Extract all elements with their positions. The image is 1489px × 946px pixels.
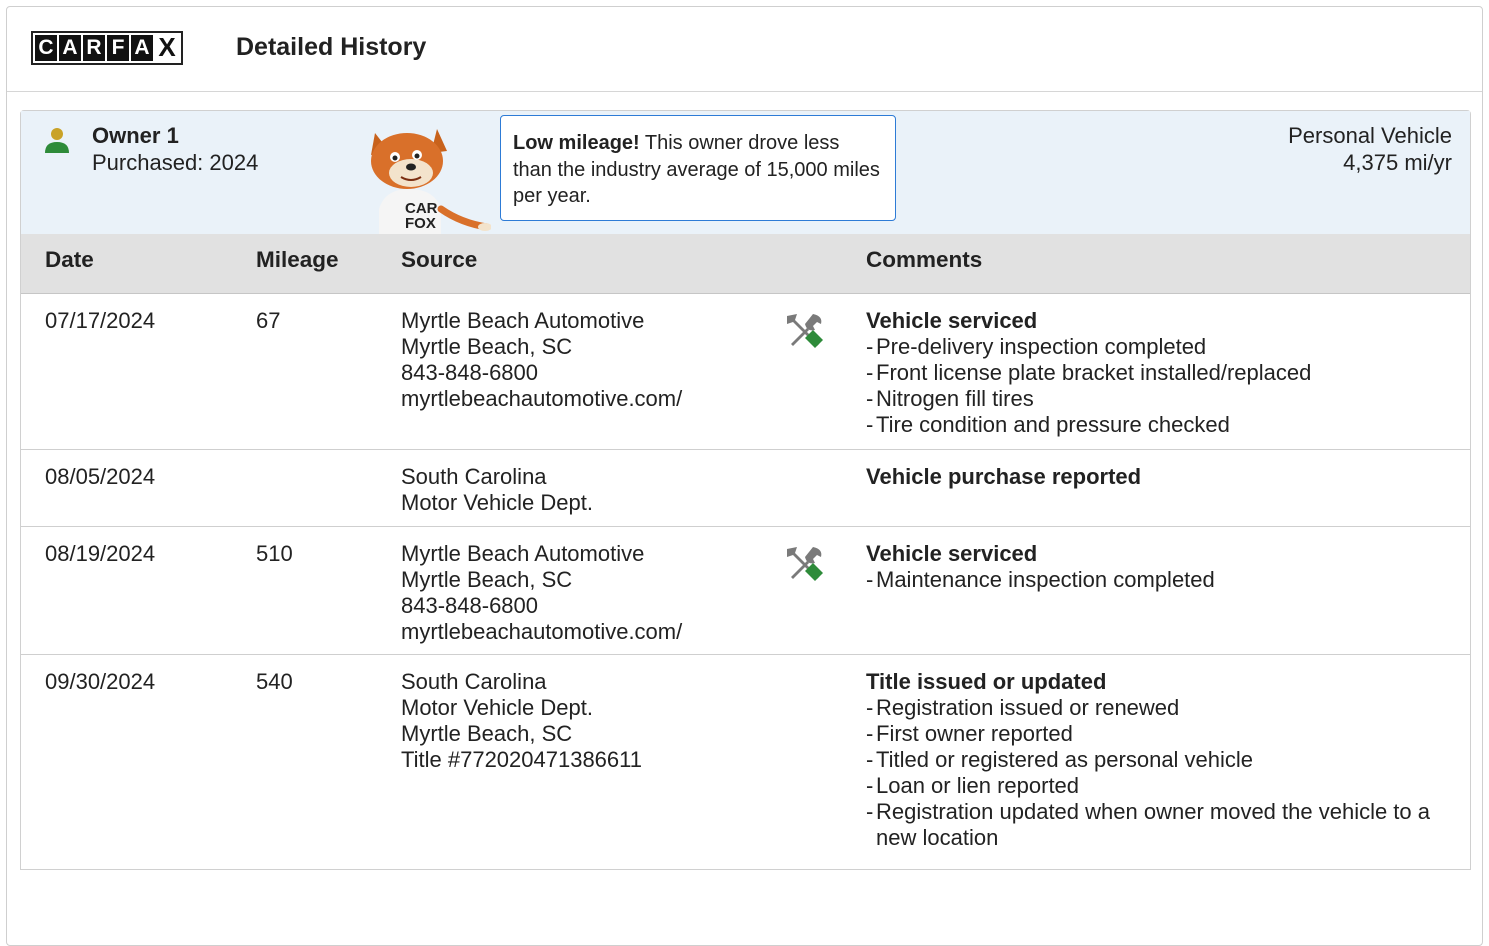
comment-item: - Front license plate bracket installed/r… xyxy=(866,360,1312,385)
source-line: South Carolina xyxy=(401,669,547,694)
row-source: South Carolina Motor Vehicle Dept. Myrtl… xyxy=(401,669,642,773)
row-mileage: 67 xyxy=(256,308,281,333)
history-row: 08/05/2024 South Carolina Motor Vehicle … xyxy=(21,450,1470,527)
row-source: Myrtle Beach Automotive Myrtle Beach, SC… xyxy=(401,308,682,412)
row-mileage: 510 xyxy=(256,541,293,566)
page-title: Detailed History xyxy=(236,33,427,61)
owner-purchased: Purchased: 2024 xyxy=(92,150,259,175)
comment-item: - Nitrogen fill tires xyxy=(866,386,1034,411)
mascot-shirt-text: CAR FOX xyxy=(405,200,438,232)
row-source: Myrtle Beach Automotive Myrtle Beach, SC… xyxy=(401,541,682,645)
source-line: Myrtle Beach, SC xyxy=(401,721,573,746)
owner-history-card: Owner 1 Purchased: 2024 CAR FOX Low mile… xyxy=(20,110,1471,870)
source-line: Myrtle Beach, SC xyxy=(401,334,573,359)
report-frame: C A R F A X Detailed History Owner 1 Pur… xyxy=(6,6,1483,946)
logo-letter: F xyxy=(107,35,129,61)
source-line: 843-848-6800 xyxy=(401,360,539,385)
source-line: Motor Vehicle Dept. xyxy=(401,695,593,720)
carfox-mascot-image: CAR FOX xyxy=(361,125,491,235)
comment-title: Vehicle purchase reported xyxy=(866,464,1142,489)
row-mileage: 540 xyxy=(256,669,293,694)
source-website-link[interactable]: myrtlebeachautomotive.com/ xyxy=(401,386,682,412)
comment-title: Vehicle serviced xyxy=(866,541,1038,566)
source-line: South Carolina xyxy=(401,464,547,489)
source-website-link[interactable]: myrtlebeachautomotive.com/ xyxy=(401,619,682,645)
person-icon xyxy=(45,128,69,153)
column-header-comments: Comments xyxy=(866,247,983,272)
row-date: 09/30/2024 xyxy=(45,669,156,694)
carfax-logo: C A R F A X xyxy=(31,31,183,65)
source-line: Myrtle Beach Automotive xyxy=(401,541,645,566)
row-date: 08/19/2024 xyxy=(45,541,156,566)
history-row: 08/19/2024 510 Myrtle Beach Automotive M… xyxy=(21,527,1470,655)
row-date: 07/17/2024 xyxy=(45,308,156,333)
source-line: Myrtle Beach Automotive xyxy=(401,308,645,333)
low-mileage-callout: Low mileage! This owner drove less than … xyxy=(500,115,896,221)
row-comments: Vehicle serviced - Maintenance inspection… xyxy=(866,541,1456,593)
owner-title: Owner 1 xyxy=(92,123,179,148)
callout-headline: Low mileage! xyxy=(513,132,640,154)
table-header: Date Mileage Source Comments xyxy=(21,234,1470,294)
comment-item: - First owner reported xyxy=(866,721,1073,746)
source-line: 843-848-6800 xyxy=(401,593,539,618)
history-row: 09/30/2024 540 South Carolina Motor Vehi… xyxy=(21,655,1470,871)
logo-letter: X xyxy=(155,34,179,61)
vehicle-type: Personal Vehicle xyxy=(1288,123,1452,148)
source-line: Myrtle Beach, SC xyxy=(401,567,573,592)
logo-letter: A xyxy=(131,35,153,61)
column-header-date: Date xyxy=(45,247,94,272)
row-date: 08/05/2024 xyxy=(45,464,156,489)
column-header-mileage: Mileage xyxy=(256,247,339,272)
history-row: 07/17/2024 67 Myrtle Beach Automotive My… xyxy=(21,294,1470,450)
row-comments: Title issued or updated - Registration is… xyxy=(866,669,1456,851)
comment-title: Vehicle serviced xyxy=(866,308,1038,333)
row-source: South Carolina Motor Vehicle Dept. xyxy=(401,464,593,516)
comment-item: - Loan or lien reported xyxy=(866,773,1080,798)
owner-summary: Owner 1 Purchased: 2024 CAR FOX Low mile… xyxy=(21,111,1470,235)
comment-item: - Registration issued or renewed xyxy=(866,695,1180,720)
source-line: Motor Vehicle Dept. xyxy=(401,490,593,515)
comment-item: - Titled or registered as personal vehicl… xyxy=(866,747,1254,772)
row-comments: Vehicle serviced - Pre-delivery inspectio… xyxy=(866,308,1456,438)
service-tools-icon xyxy=(787,547,823,581)
comment-item: - Tire condition and pressure checked xyxy=(866,412,1230,437)
row-comments: Vehicle purchase reported xyxy=(866,464,1456,490)
comment-item: - Registration updated when owner moved t… xyxy=(866,799,1431,850)
mileage-per-year: 4,375 mi/yr xyxy=(1343,150,1452,175)
comment-title: Title issued or updated xyxy=(866,669,1107,694)
comment-item: - Pre-delivery inspection completed xyxy=(866,334,1207,359)
report-header: C A R F A X Detailed History xyxy=(7,7,1482,92)
logo-letter: R xyxy=(83,35,105,61)
comment-item: - Maintenance inspection completed xyxy=(866,567,1215,592)
column-header-source: Source xyxy=(401,247,478,272)
logo-letter: A xyxy=(59,35,81,61)
service-tools-icon xyxy=(787,314,823,348)
logo-letter: C xyxy=(35,35,57,61)
source-line: Title #772020471386611 xyxy=(401,747,642,772)
